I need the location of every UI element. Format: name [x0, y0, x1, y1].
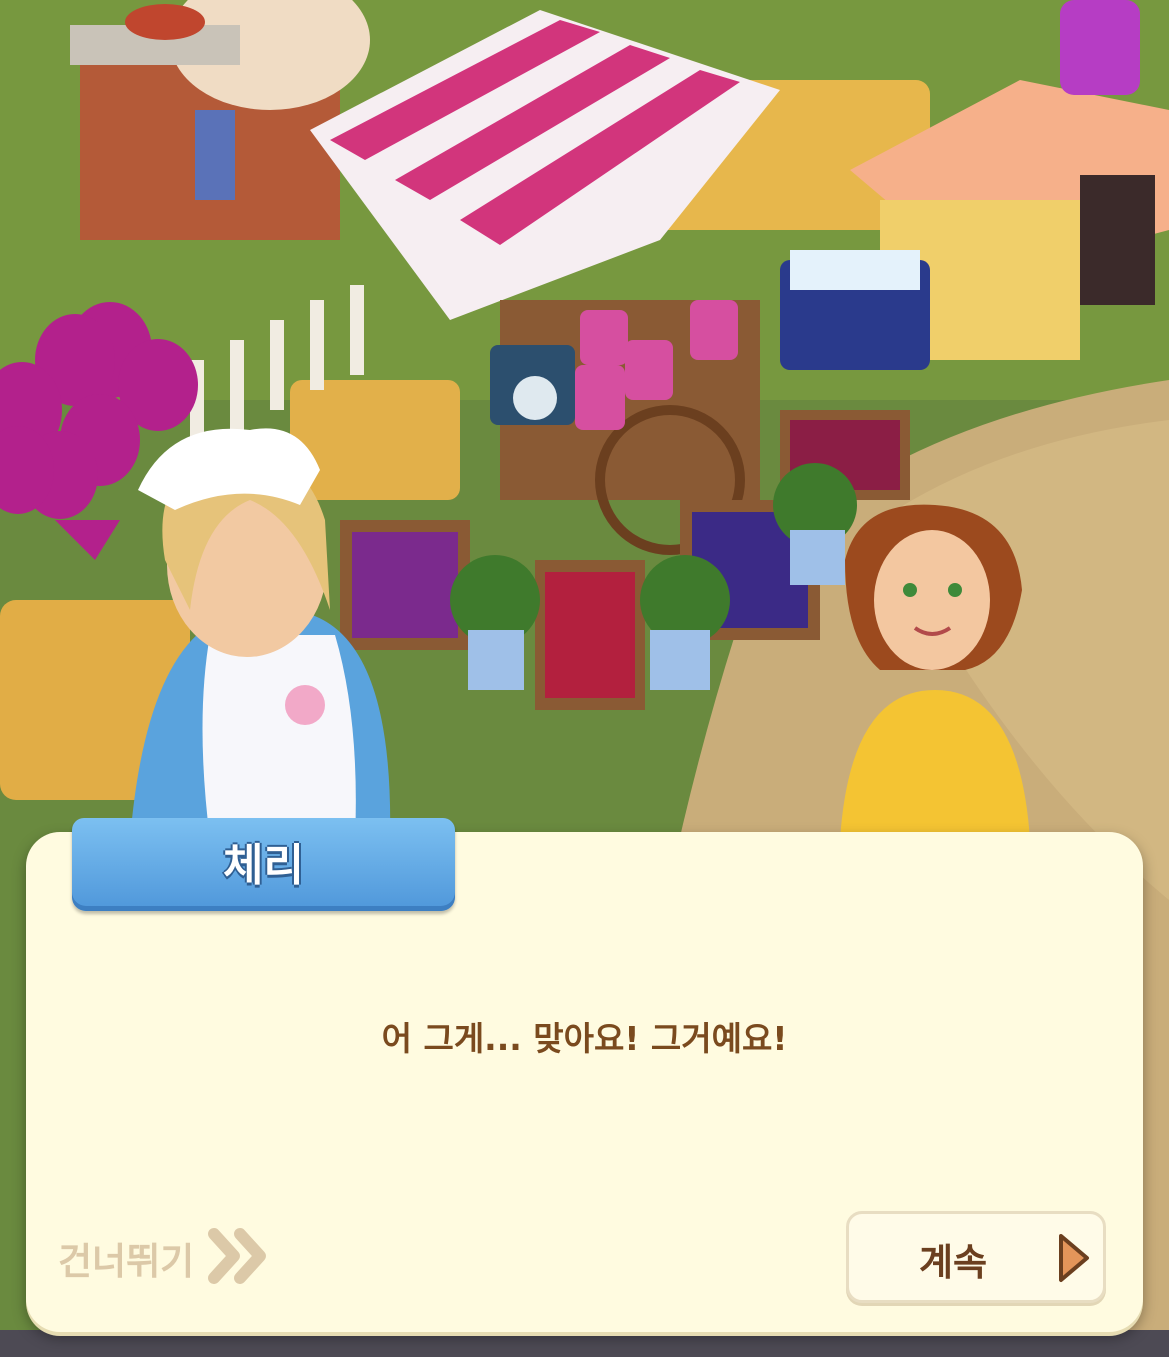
speaker-name: 체리 — [223, 839, 304, 891]
play-triangle-icon — [1057, 1232, 1091, 1288]
continue-button[interactable]: 계속 — [846, 1211, 1106, 1303]
brick-oven — [70, 0, 370, 240]
skip-button[interactable]: 건너뛰기 — [58, 1228, 270, 1288]
speaker-name-tag: 체리 — [72, 818, 455, 911]
skip-label: 건너뛰기 — [58, 1240, 195, 1283]
double-chevron-right-icon — [208, 1228, 270, 1288]
dialog-message: 어 그게... 맞아요! 그거예요! — [381, 1019, 788, 1058]
continue-label: 계속 — [919, 1241, 988, 1284]
